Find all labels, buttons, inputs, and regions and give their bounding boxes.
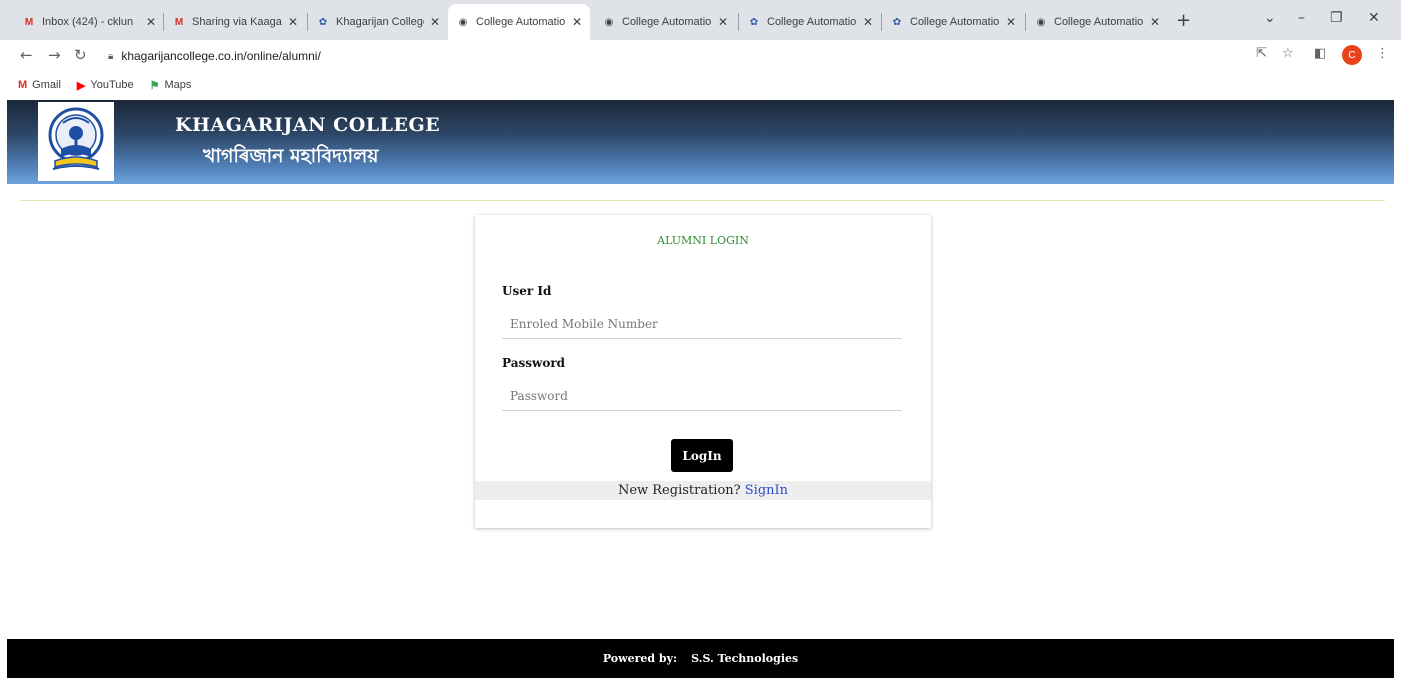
college-logo-icon: ✿: [749, 16, 759, 28]
browser-tab-active[interactable]: ◉ College Automatio ✕: [448, 4, 590, 40]
college-name-assamese: খাগৰিজান মহাবিদ্যালয়: [203, 145, 379, 167]
college-logo-icon: ✿: [318, 16, 328, 28]
password-input[interactable]: [502, 381, 902, 411]
bookmark-gmail[interactable]: M Gmail: [18, 79, 61, 91]
restore-icon[interactable]: ❐: [1330, 10, 1343, 26]
close-tab-icon[interactable]: ✕: [572, 15, 582, 29]
new-tab-icon[interactable]: +: [1176, 10, 1191, 31]
close-window-icon[interactable]: ✕: [1368, 10, 1380, 26]
tab-title: Inbox (424) - cklun: [42, 16, 134, 28]
bookmark-maps[interactable]: ⚑ Maps: [150, 79, 192, 92]
browser-tab[interactable]: M Sharing via Kaagaz ✕: [164, 8, 306, 36]
browser-tab[interactable]: ✿ College Automatio ✕: [882, 8, 1024, 36]
alumni-login-card: ALUMNI LOGIN User Id Password LogIn New …: [475, 215, 931, 528]
close-tab-icon[interactable]: ✕: [430, 15, 440, 29]
site-footer: Powered by: S.S. Technologies: [7, 639, 1394, 678]
browser-tab[interactable]: M Inbox (424) - cklun ✕: [14, 8, 164, 36]
browser-tab[interactable]: ✿ College Automatio ✕: [739, 8, 881, 36]
close-tab-icon[interactable]: ✕: [288, 15, 298, 29]
gmail-icon: M: [174, 16, 184, 28]
minimize-icon[interactable]: –: [1298, 10, 1305, 26]
forward-icon[interactable]: →: [48, 46, 61, 64]
login-button[interactable]: LogIn: [671, 439, 733, 472]
user-id-input[interactable]: [502, 309, 902, 339]
tab-title: College Automatio: [622, 16, 712, 28]
bookmark-label: YouTube: [90, 79, 134, 91]
college-emblem-icon: [48, 107, 104, 170]
menu-dots-icon[interactable]: ⋮: [1376, 46, 1389, 61]
close-tab-icon[interactable]: ✕: [1150, 15, 1160, 29]
tab-title: College Automatio: [767, 16, 857, 28]
gmail-icon: M: [24, 16, 34, 28]
college-logo-icon: ✿: [892, 16, 902, 28]
profile-avatar[interactable]: C: [1342, 45, 1362, 65]
registration-strip: New Registration? SignIn: [475, 481, 931, 500]
youtube-icon: ▶: [76, 79, 86, 92]
browser-tab[interactable]: ◉ College Automatio ✕: [1026, 8, 1168, 36]
bookmark-youtube[interactable]: ▶ YouTube: [77, 79, 134, 92]
browser-tab-strip: M Inbox (424) - cklun ✕ M Sharing via Ka…: [0, 0, 1401, 40]
bookmark-star-icon[interactable]: ☆: [1282, 46, 1294, 61]
bookmark-label: Maps: [164, 79, 192, 91]
company-name: S.S. Technologies: [691, 652, 799, 665]
powered-by-label: Powered by:: [602, 652, 678, 665]
lock-icon: 🔒︎: [108, 50, 114, 62]
browser-tab[interactable]: ✿ Khagarijan College ✕: [308, 8, 448, 36]
globe-icon: ◉: [458, 16, 468, 28]
registration-text: New Registration?: [617, 483, 741, 498]
globe-icon: ◉: [604, 16, 614, 28]
password-label: Password: [502, 356, 566, 370]
close-tab-icon[interactable]: ✕: [863, 15, 873, 29]
site-header: KHAGARIJAN COLLEGE খাগৰিজান মহাবিদ্যালয়: [7, 100, 1394, 184]
address-bar[interactable]: 🔒︎ khagarijancollege.co.in/online/alumni…: [108, 44, 321, 68]
divider: [20, 200, 1385, 201]
share-icon[interactable]: ⇱: [1256, 46, 1267, 61]
college-name-english: KHAGARIJAN COLLEGE: [175, 114, 441, 136]
tab-title: College Automatio: [476, 16, 566, 28]
tab-title: Sharing via Kaagaz: [192, 16, 282, 28]
globe-icon: ◉: [1036, 16, 1046, 28]
tab-search-icon[interactable]: ⌄: [1264, 10, 1276, 26]
signin-link[interactable]: SignIn: [745, 483, 788, 498]
reload-icon[interactable]: ↻: [74, 46, 87, 64]
browser-tab[interactable]: ◉ College Automatio ✕: [594, 8, 736, 36]
login-title: ALUMNI LOGIN: [657, 234, 749, 247]
tab-title: College Automatio: [1054, 16, 1144, 28]
maps-icon: ⚑: [149, 79, 160, 92]
bookmarks-bar: M Gmail ▶ YouTube ⚑ Maps: [0, 72, 1401, 98]
close-tab-icon[interactable]: ✕: [1006, 15, 1016, 29]
close-tab-icon[interactable]: ✕: [718, 15, 728, 29]
side-panel-icon[interactable]: ◧: [1314, 46, 1326, 61]
tab-title: Khagarijan College: [336, 16, 424, 28]
bookmark-label: Gmail: [32, 79, 61, 91]
user-id-label: User Id: [502, 284, 552, 298]
tab-title: College Automatio: [910, 16, 1000, 28]
close-tab-icon[interactable]: ✕: [146, 15, 156, 29]
gmail-icon: M: [18, 79, 28, 91]
back-icon[interactable]: ←: [20, 46, 33, 64]
url-text: khagarijancollege.co.in/online/alumni/: [121, 49, 321, 63]
college-logo[interactable]: [38, 102, 114, 181]
